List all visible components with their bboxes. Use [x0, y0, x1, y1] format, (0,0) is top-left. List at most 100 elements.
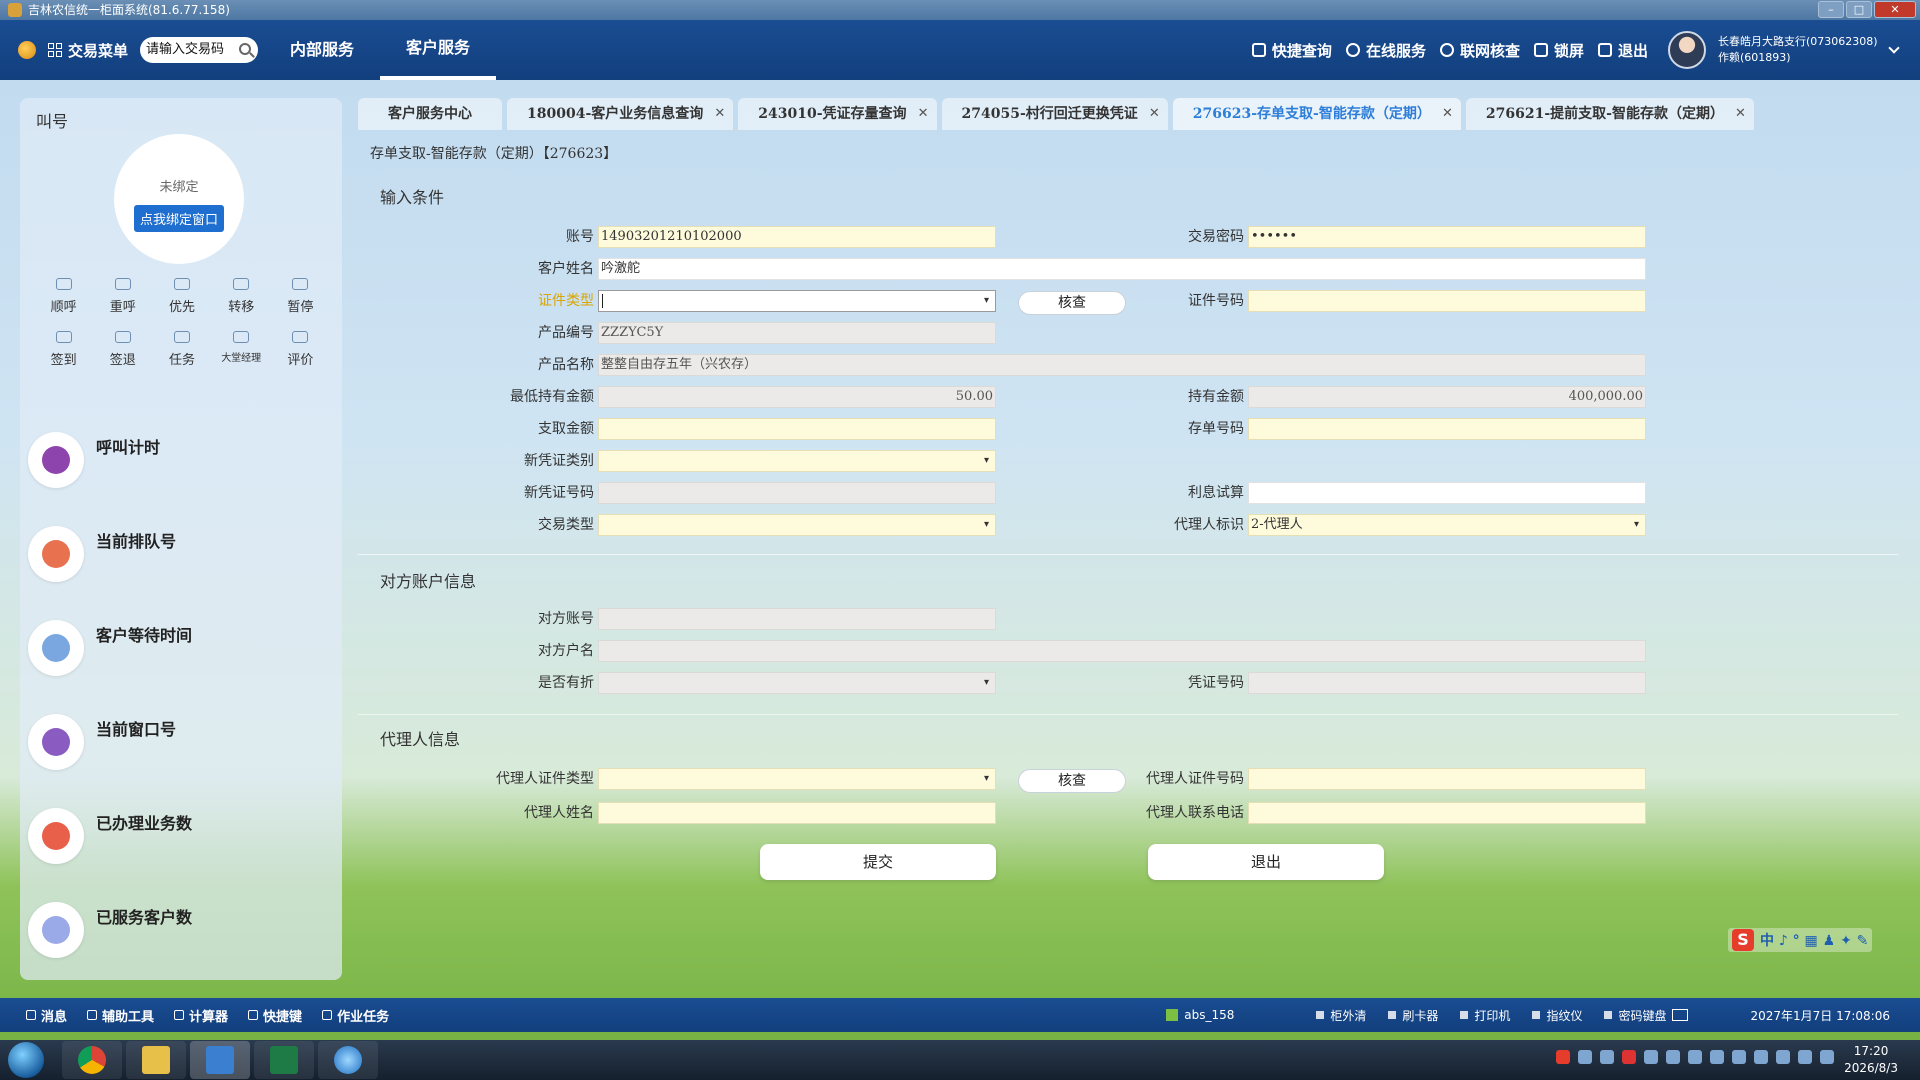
id-number-field[interactable]: [1248, 290, 1646, 312]
exit-button[interactable]: 退出: [1148, 844, 1384, 880]
customer-name-field[interactable]: 吟激舵: [598, 258, 1646, 280]
taskbar-clock[interactable]: 17:20 2026/8/3: [1844, 1043, 1898, 1077]
avatar[interactable]: [1668, 31, 1706, 69]
calculator-icon: [174, 1010, 185, 1020]
tab-customer-service-center[interactable]: 客户服务中心: [358, 98, 502, 130]
sogou-ime-icon[interactable]: S: [1732, 929, 1754, 951]
network-icon[interactable]: [1798, 1050, 1812, 1064]
action-sequential-call[interactable]: 顺呼: [34, 278, 93, 315]
tray-icon[interactable]: [1688, 1050, 1702, 1064]
close-icon[interactable]: ✕: [714, 98, 725, 130]
stat-label: 已办理业务数: [96, 814, 193, 833]
tray-icon[interactable]: [1578, 1050, 1592, 1064]
action-recall[interactable]: 重呼: [93, 278, 152, 315]
status-label: 消息: [41, 1009, 68, 1025]
action-sign-in[interactable]: 签到: [34, 331, 93, 368]
taskbar-counter-app[interactable]: [190, 1041, 250, 1079]
logout-label: 退出: [1617, 41, 1648, 60]
bind-window-button[interactable]: 点我绑定窗口: [133, 205, 224, 232]
id-type-select[interactable]: [598, 290, 996, 312]
refresh-icon: [114, 278, 131, 290]
maximize-icon[interactable]: □: [1846, 1, 1872, 18]
action-transfer[interactable]: 转移: [212, 278, 271, 315]
tray-icon[interactable]: [1600, 1050, 1614, 1064]
start-button-icon[interactable]: [8, 1042, 44, 1078]
messages-button[interactable]: 消息: [26, 1006, 67, 1025]
tab-243010[interactable]: 243010-凭证存量查询 ✕: [738, 98, 937, 130]
action-task[interactable]: 任务: [152, 331, 211, 368]
tray-icon[interactable]: [1556, 1050, 1570, 1064]
calculator-button[interactable]: 计算器: [174, 1006, 228, 1025]
tab-label: 274055-村行回迁更换凭证: [961, 106, 1138, 122]
submit-button[interactable]: 提交: [760, 844, 996, 880]
taskbar-ie[interactable]: [318, 1041, 378, 1079]
action-lobby-manager[interactable]: 大堂经理: [212, 331, 271, 368]
close-icon[interactable]: ✕: [918, 98, 929, 130]
tab-276621[interactable]: 276621-提前支取-智能存款（定期） ✕: [1465, 98, 1754, 130]
action-priority[interactable]: 优先: [152, 278, 211, 315]
stat-label: 客户等待时间: [96, 626, 193, 645]
tray-icon[interactable]: [1644, 1050, 1658, 1064]
network-verify-button[interactable]: 联网核查: [1439, 40, 1520, 61]
withdrawal-form: 输入条件 账号 14903201210102000 交易密码 •••••• 客户…: [358, 172, 1920, 880]
tab-274055[interactable]: 274055-村行回迁更换凭证 ✕: [941, 98, 1168, 130]
tray-icon[interactable]: [1732, 1050, 1746, 1064]
close-icon[interactable]: ✕: [1442, 98, 1453, 130]
minimize-icon[interactable]: –: [1818, 1, 1844, 18]
ime-tools[interactable]: 中 ♪ ° ▦ ♟ ✦ ✎: [1760, 930, 1868, 950]
close-icon[interactable]: ✕: [1735, 98, 1746, 130]
chevron-down-icon[interactable]: [1888, 42, 1900, 54]
search-icon[interactable]: [239, 43, 252, 55]
users-icon: [28, 902, 84, 958]
deposit-number-field[interactable]: [1248, 418, 1646, 440]
agent-id-number-field[interactable]: [1248, 768, 1646, 790]
lock-screen-button[interactable]: 锁屏: [1533, 40, 1584, 61]
new-voucher-type-select[interactable]: [598, 450, 996, 472]
nav-tab-customer-service[interactable]: 客户服务: [380, 20, 497, 80]
tray-icon[interactable]: [1666, 1050, 1680, 1064]
queue-call-panel: 叫号 未绑定 点我绑定窗口 顺呼 重呼 优先 转移 暂停 签到 签退 任务 大堂…: [20, 98, 342, 980]
nav-tab-internal-service[interactable]: 内部服务: [264, 20, 380, 80]
top-navbar: 交易菜单 请输入交易码 内部服务 客户服务 快捷查询 在线服务 联网核查 锁屏 …: [0, 20, 1920, 80]
taskbar-excel[interactable]: [254, 1041, 314, 1079]
agent-name-field[interactable]: [598, 802, 996, 824]
tab-276623[interactable]: 276623-存单支取-智能存款（定期） ✕: [1172, 98, 1461, 130]
work-tasks-button[interactable]: 作业任务: [322, 1006, 389, 1025]
taskbar-chrome[interactable]: [62, 1041, 122, 1079]
withdraw-amount-field[interactable]: [598, 418, 996, 440]
tray-icon[interactable]: [1776, 1050, 1790, 1064]
agent-flag-select[interactable]: 2-代理人: [1248, 514, 1646, 536]
agent-phone-field[interactable]: [1248, 802, 1646, 824]
interest-calc-field[interactable]: [1248, 482, 1646, 504]
action-pause[interactable]: 暂停: [271, 278, 330, 315]
shortcut-keys-button[interactable]: 快捷键: [248, 1006, 302, 1025]
taskbar-explorer[interactable]: [126, 1041, 186, 1079]
volume-icon[interactable]: [1820, 1050, 1834, 1064]
action-sign-out[interactable]: 签退: [93, 331, 152, 368]
bluetooth-icon[interactable]: [1754, 1050, 1768, 1064]
close-icon[interactable]: ✕: [1874, 1, 1916, 18]
tray-icon[interactable]: [1622, 1050, 1636, 1064]
action-label: 优先: [168, 300, 195, 315]
transaction-type-select[interactable]: [598, 514, 996, 536]
transaction-menu-button[interactable]: 交易菜单: [48, 40, 128, 61]
transaction-password-field[interactable]: ••••••: [1248, 226, 1646, 248]
action-evaluate[interactable]: 评价: [271, 331, 330, 368]
counterparty-account-field: [598, 608, 996, 630]
counterparty-name-field: [598, 640, 1646, 662]
status-label: 作业任务: [337, 1009, 390, 1025]
quick-query-button[interactable]: 快捷查询: [1251, 40, 1332, 61]
logout-button[interactable]: 退出: [1597, 40, 1648, 61]
account-field[interactable]: 14903201210102000: [598, 226, 996, 248]
tab-180004[interactable]: 180004-客户业务信息查询 ✕: [507, 98, 734, 130]
agent-id-type-select[interactable]: [598, 768, 996, 790]
online-service-button[interactable]: 在线服务: [1345, 40, 1426, 61]
close-icon[interactable]: ✕: [1149, 98, 1160, 130]
ime-toolbar[interactable]: S 中 ♪ ° ▦ ♟ ✦ ✎: [1728, 928, 1873, 952]
list-icon: [55, 278, 72, 290]
tray-icon[interactable]: [1710, 1050, 1724, 1064]
send-icon: [248, 1010, 259, 1020]
tab-label: 276623-存单支取-智能存款（定期）: [1192, 106, 1431, 122]
transaction-code-search-input[interactable]: 请输入交易码: [140, 37, 259, 63]
aux-tools-button[interactable]: 辅助工具: [87, 1006, 154, 1025]
